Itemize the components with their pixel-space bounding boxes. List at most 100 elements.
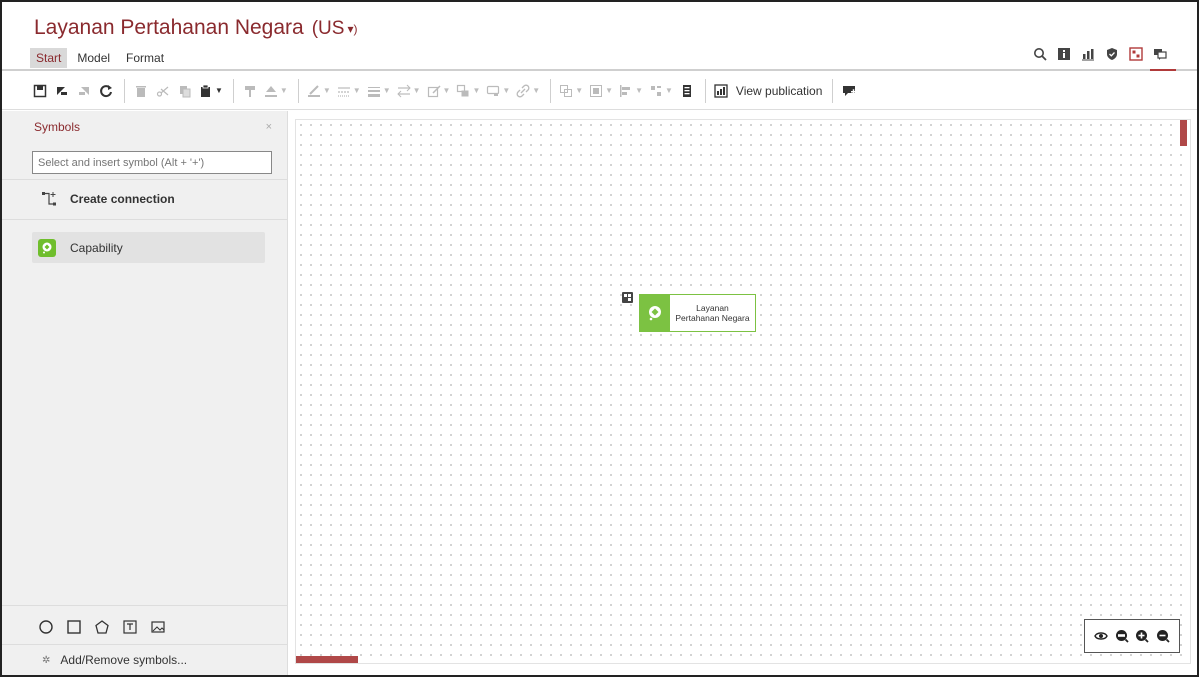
fill-color-button[interactable]: ▼ <box>264 80 288 102</box>
view-publication-button[interactable]: View publication <box>714 83 823 98</box>
horizontal-scrollbar[interactable] <box>296 656 358 663</box>
zoom-out-icon[interactable] <box>1156 629 1170 643</box>
active-icon-indicator <box>1150 69 1176 71</box>
line-weight-button[interactable]: ▼ <box>367 80 391 102</box>
paste-button[interactable]: ▼ <box>199 80 223 102</box>
vertical-scrollbar[interactable] <box>1180 120 1187 146</box>
chevron-down-icon: ▼ <box>635 86 643 95</box>
arrange-button[interactable]: ▼ <box>456 80 480 102</box>
create-connection-label: Create connection <box>70 192 175 206</box>
line-style-button[interactable]: ▼ <box>337 80 361 102</box>
capability-icon <box>38 238 56 257</box>
divider <box>2 179 288 180</box>
node-label-line2: Pertahanan Negara <box>675 313 750 323</box>
refresh-button[interactable] <box>98 80 114 102</box>
menu-tabs: Start Model Format <box>30 48 174 68</box>
copy-button[interactable] <box>177 80 193 102</box>
model-canvas[interactable]: Layanan Pertahanan Negara <box>295 119 1191 664</box>
toolbar-separator <box>550 78 552 103</box>
zoom-controls <box>1084 619 1180 653</box>
chevron-down-icon: ▼ <box>215 86 223 95</box>
add-remove-symbols-button[interactable]: ✲ Add/Remove symbols... <box>42 653 187 667</box>
comments-icon[interactable] <box>1153 47 1167 61</box>
close-icon[interactable]: × <box>266 121 272 133</box>
chevron-down-icon: ▼ <box>502 86 511 95</box>
divider <box>2 219 288 220</box>
title-row: Layanan Pertahanan Negara (US ▾) <box>34 16 357 40</box>
arrow-style-button[interactable]: ▼ <box>396 80 421 102</box>
model-assignment-icon[interactable] <box>622 292 633 303</box>
size-button[interactable]: ▼ <box>589 80 613 102</box>
eye-icon[interactable] <box>1094 629 1109 643</box>
toolbar-separator <box>124 78 125 103</box>
symbol-item-capability[interactable]: Capability <box>32 232 265 263</box>
toolbar-separator <box>704 78 706 103</box>
gear-icon: ✲ <box>42 654 51 666</box>
group-button[interactable]: ▼ <box>559 80 583 102</box>
delete-button[interactable] <box>133 80 149 102</box>
connection-icon <box>42 192 56 206</box>
link-button[interactable]: ▼ <box>516 80 540 102</box>
zoom-100-icon[interactable] <box>1115 629 1129 643</box>
header-divider <box>2 69 1197 71</box>
zoom-in-icon[interactable] <box>1135 629 1149 643</box>
toolbar-separator <box>832 78 834 103</box>
capability-node[interactable]: Layanan Pertahanan Negara <box>639 294 756 332</box>
model-title: Layanan Pertahanan Negara <box>34 16 304 39</box>
view-publication-label: View publication <box>735 83 823 98</box>
diagram-icon[interactable] <box>1129 47 1143 61</box>
chevron-down-icon: ▼ <box>382 86 391 95</box>
node-label-line1: Layanan <box>696 303 729 313</box>
redo-button[interactable] <box>76 80 92 102</box>
text-box-icon[interactable] <box>122 619 138 635</box>
create-connection-button[interactable]: Create connection <box>40 189 175 209</box>
save-button[interactable] <box>32 80 48 102</box>
language-label: (US <box>311 18 345 39</box>
chevron-down-icon: ▼ <box>412 86 421 95</box>
distribute-button[interactable]: ▼ <box>649 80 673 102</box>
edit-shape-button[interactable]: ▼ <box>427 80 451 102</box>
format-painter-button[interactable] <box>242 80 258 102</box>
align-button[interactable]: ▼ <box>619 80 643 102</box>
shape-palette <box>38 619 178 635</box>
shape-style-button[interactable]: ▼ <box>486 80 510 102</box>
chevron-down-icon: ▼ <box>279 86 288 95</box>
info-icon[interactable] <box>1057 47 1071 61</box>
circle-icon[interactable] <box>38 619 54 635</box>
search-icon[interactable] <box>1033 47 1047 61</box>
add-comment-button[interactable] <box>841 80 857 102</box>
chart-icon[interactable] <box>1081 47 1095 61</box>
chevron-down-icon: ▼ <box>664 86 673 95</box>
app-window: Layanan Pertahanan Negara (US ▾) Start M… <box>0 0 1199 677</box>
line-color-button[interactable]: ▼ <box>307 80 331 102</box>
symbols-panel: Symbols × Create connection Capability <box>2 111 288 675</box>
toolbar-separator <box>297 78 299 103</box>
chevron-down-icon: ▼ <box>442 86 451 95</box>
image-icon[interactable] <box>150 619 166 635</box>
shield-icon[interactable] <box>1105 47 1119 61</box>
chevron-down-icon: ▼ <box>322 86 331 95</box>
header: Layanan Pertahanan Negara (US ▾) Start M… <box>2 2 1197 72</box>
chevron-down-icon: ▼ <box>532 86 541 95</box>
toolbar: ▼ ▼ ▼ ▼ ▼ ▼ ▼ ▼ ▼ ▼ ▼ ▼ ▼ ▼ View publica… <box>2 72 1197 110</box>
chevron-down-icon: ▼ <box>352 86 361 95</box>
tab-model[interactable]: Model <box>71 48 116 68</box>
header-icon-bar <box>1023 47 1167 61</box>
chevron-down-icon: ▼ <box>605 86 614 95</box>
symbols-panel-header: Symbols × <box>2 111 288 143</box>
capability-icon <box>640 295 670 331</box>
tab-format[interactable]: Format <box>120 48 170 68</box>
square-icon[interactable] <box>66 619 82 635</box>
tab-start[interactable]: Start <box>30 48 68 68</box>
properties-button[interactable] <box>679 80 695 102</box>
undo-button[interactable] <box>54 80 70 102</box>
language-selector[interactable]: (US ▾) <box>312 18 358 40</box>
symbol-search-input[interactable] <box>32 151 272 174</box>
pentagon-icon[interactable] <box>94 619 110 635</box>
symbol-item-label: Capability <box>70 240 123 255</box>
chevron-down-icon: ▼ <box>575 86 584 95</box>
divider <box>2 644 288 645</box>
add-remove-symbols-label: Add/Remove symbols... <box>60 653 188 667</box>
cut-button[interactable] <box>155 80 171 102</box>
publication-icon <box>714 83 728 98</box>
